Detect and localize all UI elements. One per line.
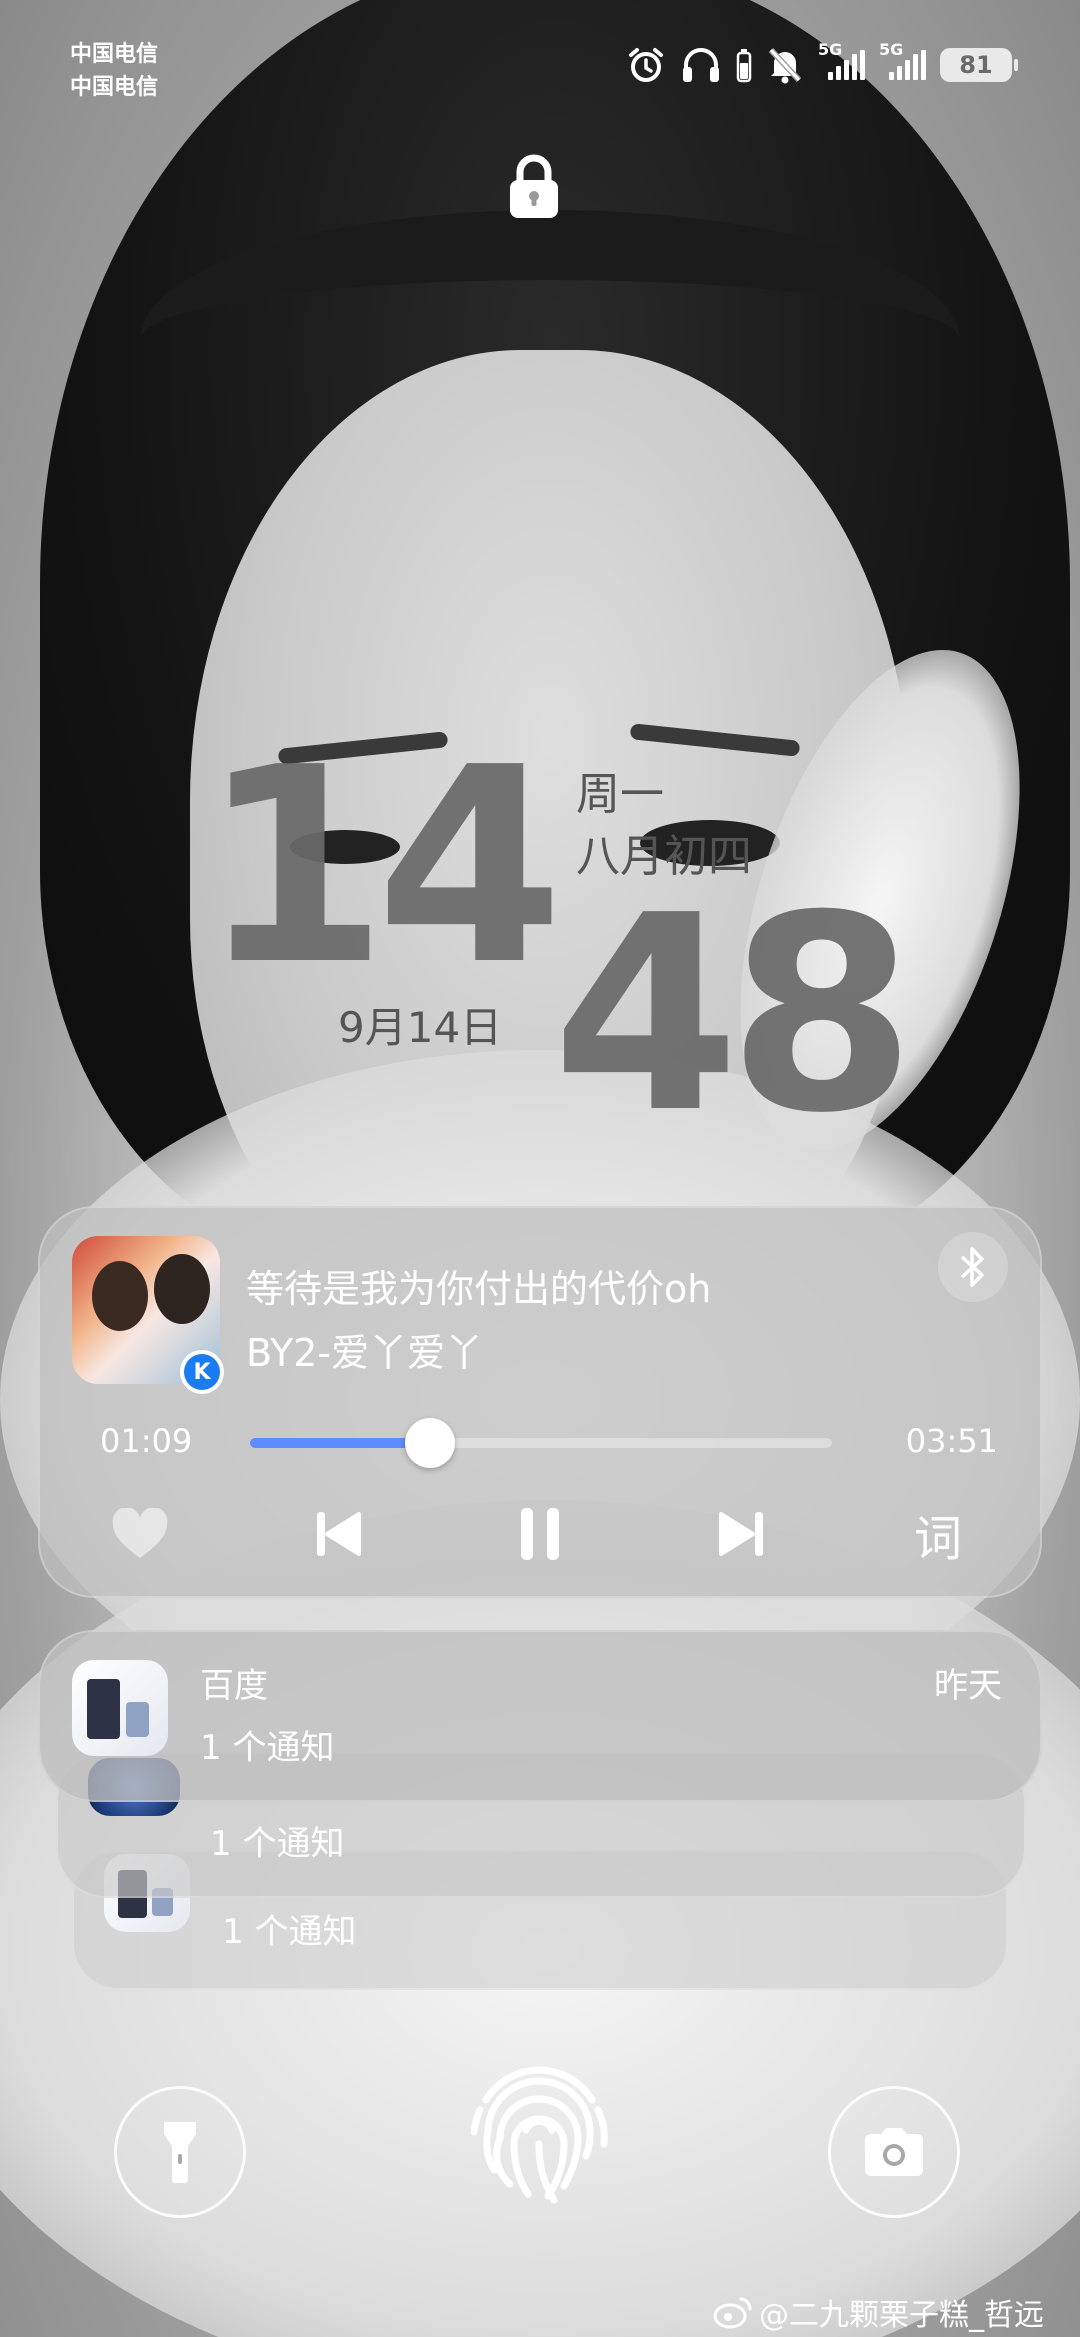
notification-body: 1 个通知 xyxy=(222,1912,357,1952)
weibo-logo-icon xyxy=(713,2297,752,2329)
progress-fill xyxy=(250,1438,431,1448)
like-button[interactable] xyxy=(102,1496,178,1572)
elapsed-time: 01:09 xyxy=(100,1422,193,1460)
next-track-button[interactable] xyxy=(704,1496,780,1572)
camera-button[interactable] xyxy=(828,2086,960,2218)
notification-time: 昨天 xyxy=(934,1666,1002,1706)
signal-sim2-icon: 5G xyxy=(879,40,926,80)
previous-track-button[interactable] xyxy=(300,1496,376,1572)
battery-indicator: 81 xyxy=(940,48,1018,82)
notification-body: 1 个通知 xyxy=(200,1728,335,1768)
clock-hour: 14 xyxy=(200,709,564,1024)
song-artist: BY2-爱丫爱丫 xyxy=(246,1331,484,1375)
carrier-labels: 中国电信 中国电信 xyxy=(70,38,158,104)
notification-body: 1 个通知 xyxy=(210,1824,345,1864)
lyrics-button[interactable]: 词 xyxy=(900,1496,976,1572)
bluetooth-icon xyxy=(960,1247,984,1287)
notification-baidu[interactable]: 百度 昨天 1 个通知 xyxy=(38,1630,1042,1802)
fingerprint-icon[interactable] xyxy=(466,2052,612,2204)
progress-thumb[interactable] xyxy=(405,1418,456,1468)
headphone-battery-icon xyxy=(736,49,752,83)
skip-next-icon xyxy=(719,1512,763,1556)
lock-icon xyxy=(510,154,558,218)
date-label: 9月14日 xyxy=(338,1003,503,1052)
weekday-label: 周一 xyxy=(576,769,664,820)
headphones-icon xyxy=(683,48,719,82)
sim1-network-label: 5G xyxy=(818,40,843,59)
pause-icon xyxy=(521,1508,559,1560)
carrier-1: 中国电信 xyxy=(70,42,159,67)
notification-app-name: 百度 xyxy=(200,1666,268,1706)
pause-button[interactable] xyxy=(502,1496,578,1572)
bluetooth-output-button[interactable] xyxy=(938,1232,1008,1302)
sim2-network-label: 5G xyxy=(879,40,904,59)
weibo-watermark: @二九颗栗子糕_哲远 xyxy=(713,2290,1044,2334)
camera-icon xyxy=(865,2128,923,2176)
baidu-app-icon xyxy=(72,1660,168,1756)
watermark-text: @二九颗栗子糕_哲远 xyxy=(759,2298,1044,2333)
song-title: 等待是我为你付出的代价oh xyxy=(246,1267,712,1311)
total-time: 03:51 xyxy=(905,1422,998,1460)
kugou-app-badge: K xyxy=(180,1350,224,1394)
flashlight-icon xyxy=(164,2122,196,2183)
heart-icon xyxy=(112,1508,168,1558)
signal-sim1-icon: 5G xyxy=(818,40,865,80)
clock-minute: 48 xyxy=(552,857,916,1172)
media-player-card[interactable]: K 等待是我为你付出的代价oh BY2-爱丫爱丫 01:09 03:51 词 xyxy=(38,1206,1042,1598)
carrier-2: 中国电信 xyxy=(70,75,159,100)
status-icons: 5G 5G 81 xyxy=(626,40,1018,90)
alarm-icon xyxy=(629,48,663,82)
kugou-badge-letter: K xyxy=(184,1354,220,1390)
mute-icon xyxy=(768,47,802,84)
skip-previous-icon xyxy=(317,1512,361,1556)
flashlight-button[interactable] xyxy=(114,2086,246,2218)
progress-slider[interactable] xyxy=(250,1418,832,1468)
